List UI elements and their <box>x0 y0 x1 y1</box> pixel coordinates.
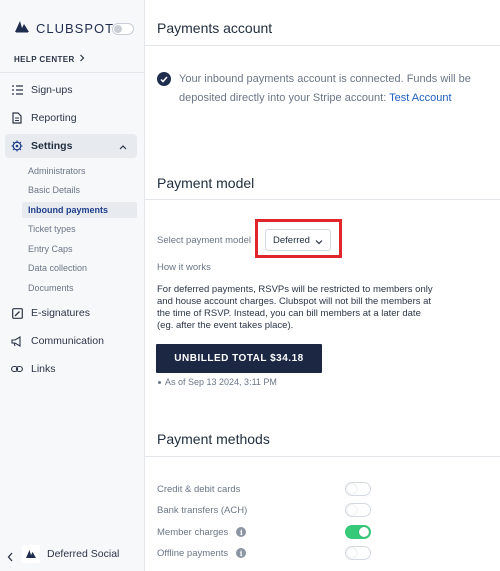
sidebar-item-label: Sign-ups <box>31 84 73 96</box>
payments-account-title: Payments account <box>157 20 273 36</box>
sidebar-item-label: Settings <box>31 140 73 152</box>
as-of-timestamp: As of Sep 13 2024, 3:11 PM <box>158 377 277 387</box>
sidebar: CLUBSPOT HELP CENTER Sign-ups Reporting … <box>0 0 145 571</box>
club-logo-icon <box>22 545 40 563</box>
sidebar-subitem-documents[interactable]: Documents <box>22 280 137 296</box>
brand-name: CLUBSPOT <box>36 20 115 36</box>
payment-method-label: Member charges <box>157 526 229 538</box>
list-icon <box>11 84 23 96</box>
stripe-account-link[interactable]: Test Account <box>389 92 451 104</box>
member-charges-toggle[interactable] <box>345 525 371 539</box>
sidebar-item-esignatures[interactable]: E-signatures <box>5 301 137 325</box>
divider <box>0 72 145 73</box>
sidebar-subitem-administrators[interactable]: Administrators <box>22 163 137 179</box>
payment-method-row: Member charges i <box>157 525 377 539</box>
payment-method-row: Offline payments i <box>157 546 377 560</box>
chevron-up-icon <box>119 141 127 153</box>
payment-method-row: Bank transfers (ACH) <box>157 503 377 517</box>
sidebar-item-label: Links <box>31 363 56 375</box>
sidebar-item-signups[interactable]: Sign-ups <box>5 78 137 102</box>
clubspot-logo-icon <box>14 19 30 38</box>
how-it-works-label: How it works <box>157 262 211 273</box>
sidebar-subitem-inbound-payments[interactable]: Inbound payments <box>22 202 137 218</box>
sidebar-subitem-data-collection[interactable]: Data collection <box>22 260 137 276</box>
info-icon[interactable]: i <box>236 527 247 537</box>
payment-method-label: Credit & debit cards <box>157 483 241 495</box>
chevron-right-icon <box>79 54 85 64</box>
gear-icon <box>11 140 23 152</box>
connected-text: Your inbound payments account is connect… <box>179 70 487 108</box>
payment-method-row: Credit & debit cards <box>157 482 377 496</box>
sidebar-subitem-ticket-types[interactable]: Ticket types <box>22 221 137 237</box>
payment-method-label: Bank transfers (ACH) <box>157 504 248 516</box>
connected-notice: Your inbound payments account is connect… <box>157 70 487 108</box>
divider <box>145 456 500 457</box>
sidebar-item-reporting[interactable]: Reporting <box>5 106 137 130</box>
check-circle-icon <box>157 72 171 86</box>
sidebar-toggle[interactable] <box>112 23 134 35</box>
brand[interactable]: CLUBSPOT <box>14 20 114 36</box>
main-content: Payments account Your inbound payments a… <box>145 0 500 571</box>
payment-model-title: Payment model <box>157 175 255 191</box>
sidebar-item-links[interactable]: Links <box>5 357 137 381</box>
club-name: Deferred Social <box>47 548 120 560</box>
sidebar-subitem-basic-details[interactable]: Basic Details <box>22 182 137 198</box>
sidebar-item-communication[interactable]: Communication <box>5 329 137 353</box>
select-payment-model-label: Select payment model <box>157 235 251 246</box>
sidebar-item-label: E-signatures <box>31 307 90 319</box>
divider <box>145 199 500 200</box>
offline-payments-toggle[interactable] <box>345 546 371 560</box>
help-center-link[interactable]: HELP CENTER <box>14 54 85 64</box>
info-icon[interactable]: i <box>236 548 247 558</box>
sidebar-item-label: Reporting <box>31 112 77 124</box>
highlight-box <box>255 219 342 258</box>
payment-method-label: Offline payments <box>157 547 229 559</box>
credit-debit-toggle[interactable] <box>345 482 371 496</box>
document-icon <box>11 112 23 124</box>
bank-transfers-toggle[interactable] <box>345 503 371 517</box>
link-icon <box>11 363 23 375</box>
sidebar-item-settings[interactable]: Settings <box>5 134 137 158</box>
sidebar-item-label: Communication <box>31 335 104 347</box>
pen-square-icon <box>11 307 23 319</box>
as-of-text: As of Sep 13 2024, 3:11 PM <box>165 377 277 387</box>
chevron-left-icon[interactable] <box>7 549 13 567</box>
divider <box>145 45 500 46</box>
help-center-label: HELP CENTER <box>14 54 75 64</box>
payment-methods-title: Payment methods <box>157 431 270 447</box>
unbilled-total-button[interactable]: UNBILLED TOTAL $34.18 <box>156 344 322 373</box>
sidebar-subitem-entry-caps[interactable]: Entry Caps <box>22 241 137 257</box>
payment-model-description: For deferred payments, RSVPs will be res… <box>157 284 433 331</box>
megaphone-icon <box>11 335 23 347</box>
bullet-icon <box>158 380 161 384</box>
